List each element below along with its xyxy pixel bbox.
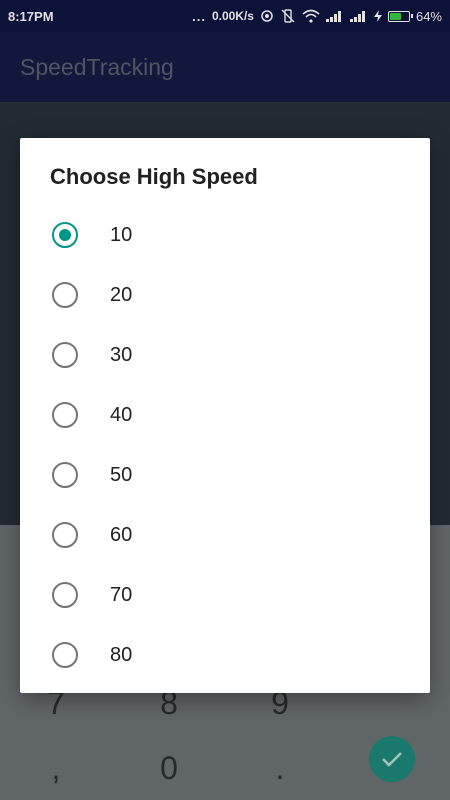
choose-high-speed-dialog: Choose High Speed 10 20 30 40 50 60 70 80	[20, 138, 430, 693]
speed-option-label: 40	[110, 404, 133, 426]
radio-unchecked-icon[interactable]	[52, 522, 78, 548]
radio-unchecked-icon[interactable]	[52, 582, 78, 608]
speed-option[interactable]: 30	[20, 325, 430, 385]
speed-option-label: 80	[110, 644, 133, 666]
radio-unchecked-icon[interactable]	[52, 282, 78, 308]
speed-option-label: 70	[110, 584, 133, 606]
speed-option[interactable]: 60	[20, 505, 430, 565]
speed-option[interactable]: 40	[20, 385, 430, 445]
speed-option[interactable]: 70	[20, 565, 430, 625]
speed-option-label: 10	[110, 224, 133, 246]
speed-option-label: 50	[110, 464, 133, 486]
speed-option[interactable]: 20	[20, 265, 430, 325]
radio-checked-icon[interactable]	[52, 222, 78, 248]
speed-option-label: 30	[110, 344, 133, 366]
speed-option-label: 60	[110, 524, 133, 546]
radio-unchecked-icon[interactable]	[52, 342, 78, 368]
radio-unchecked-icon[interactable]	[52, 462, 78, 488]
speed-option[interactable]: 10	[20, 205, 430, 265]
speed-option[interactable]: 80	[20, 625, 430, 685]
radio-unchecked-icon[interactable]	[52, 642, 78, 668]
radio-unchecked-icon[interactable]	[52, 402, 78, 428]
speed-option[interactable]: 50	[20, 445, 430, 505]
speed-option-label: 20	[110, 284, 133, 306]
dialog-title: Choose High Speed	[50, 164, 258, 189]
speed-options-list: 10 20 30 40 50 60 70 80	[20, 205, 430, 685]
